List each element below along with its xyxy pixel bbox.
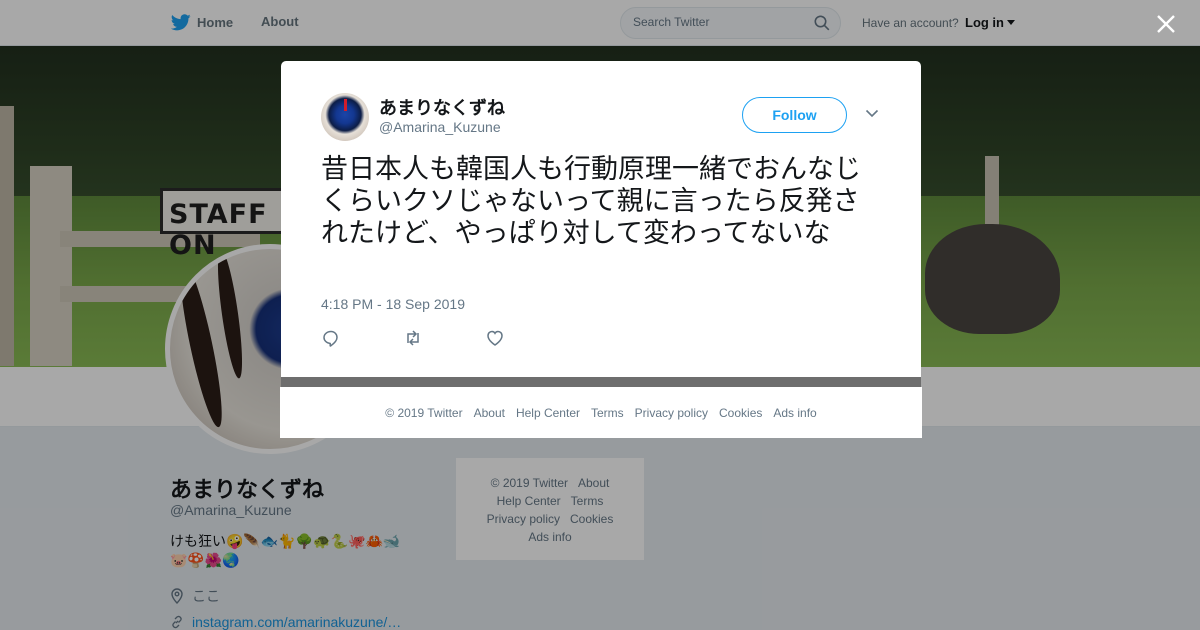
modal-separator [281,377,921,387]
tweet-author-name[interactable]: あまりなくずね [379,94,505,120]
tweet-author-avatar[interactable] [321,93,369,141]
chevron-down-icon[interactable] [865,109,879,118]
tweet-text: 昔日本人も韓国人も行動原理一緒でおんなじくらいクソじゃないって親に言ったら反発さ… [321,154,861,249]
modal-footer-privacy-link[interactable]: Privacy policy [635,406,708,420]
retweet-icon[interactable] [403,328,423,348]
tweet-modal: あまりなくずね @Amarina_Kuzune Follow 昔日本人も韓国人も… [281,61,921,377]
close-icon[interactable] [1155,13,1177,35]
heart-icon[interactable] [485,328,505,348]
tweet-actions [321,328,505,348]
modal-footer-help-link[interactable]: Help Center [516,406,580,420]
tweet-author-handle[interactable]: @Amarina_Kuzune [379,119,501,135]
modal-footer-terms-link[interactable]: Terms [591,406,624,420]
modal-footer-about-link[interactable]: About [474,406,505,420]
follow-button[interactable]: Follow [742,97,847,133]
modal-footer: © 2019 Twitter About Help Center Terms P… [280,387,922,438]
modal-footer-ads-link[interactable]: Ads info [773,406,816,420]
modal-footer-cookies-link[interactable]: Cookies [719,406,762,420]
tweet-timestamp[interactable]: 4:18 PM - 18 Sep 2019 [321,296,465,312]
reply-icon[interactable] [321,328,341,348]
modal-footer-copyright: © 2019 Twitter [385,405,463,420]
